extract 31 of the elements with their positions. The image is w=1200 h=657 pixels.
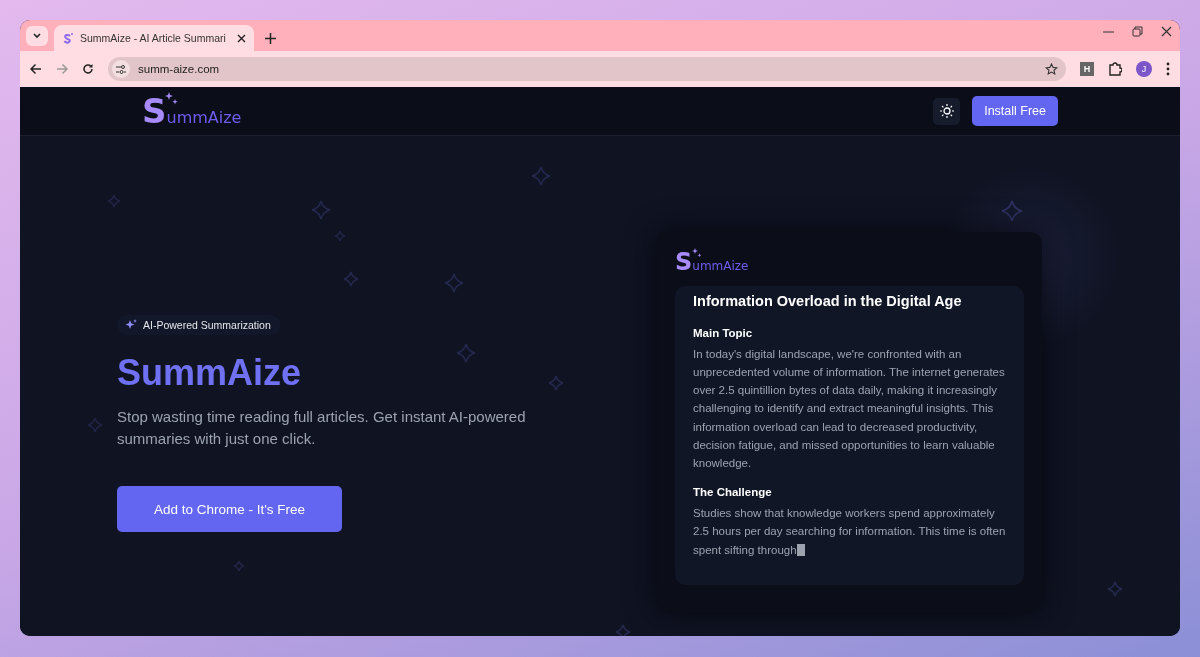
address-bar[interactable]: summ-aize.com <box>108 57 1066 81</box>
sun-icon[interactable] <box>939 104 954 118</box>
close-icon[interactable] <box>237 33 246 43</box>
hero-title: SummAize <box>117 351 302 395</box>
theme-toggle-button[interactable] <box>933 97 961 125</box>
section-title: Main Topic <box>693 326 754 339</box>
hero-subtitle: Stop wasting time reading full articles. Get instant AI-powered summaries with just one click. <box>117 407 527 450</box>
section-text: In today's digital landscape, we're confronted with an unprecedented volume of information. The internet generates over 2.5 quintillion bytes of data daily, making it increasingly challenging to identify and extract meaningful insights. This information overload can lead to decreased productivity, decision fatigue, and missed opportunities to learn valuable knowledge. <box>693 346 1006 472</box>
browser-tab[interactable]: SummAize - AI Article Summari <box>54 25 254 51</box>
logo: SummAize <box>675 250 749 274</box>
tab-list-button[interactable] <box>26 26 48 46</box>
sparkle-icon <box>125 319 137 331</box>
summary-heading: Information Overload in the Digital Age <box>693 292 963 311</box>
add-to-chrome-button[interactable]: Add to Chrome - It's Free <box>117 486 342 533</box>
favicon-icon <box>62 32 74 44</box>
logo[interactable]: SummAize <box>142 94 242 128</box>
profile-avatar[interactable]: J <box>1136 61 1152 77</box>
close-icon[interactable] <box>1161 26 1172 37</box>
menu-icon[interactable] <box>1166 62 1170 76</box>
site-settings-icon[interactable] <box>112 60 130 78</box>
bookmark-star-icon[interactable] <box>1045 62 1058 76</box>
install-button[interactable]: Install Free <box>972 96 1058 126</box>
extensions-puzzle-icon[interactable] <box>1108 62 1122 76</box>
caret-icon[interactable] <box>32 32 42 40</box>
section-title: The Challenge <box>693 486 773 499</box>
extension-icon[interactable]: H <box>1080 62 1094 76</box>
restore-icon[interactable] <box>1132 26 1143 37</box>
back-icon[interactable] <box>30 63 42 75</box>
reload-icon[interactable] <box>82 63 94 75</box>
section-text: Studies show that knowledge workers spend approximately 2.5 hours per day searching for information. This time is often spent sifting through <box>693 506 1007 558</box>
badge-label: AI-Powered Summarization <box>143 319 271 331</box>
